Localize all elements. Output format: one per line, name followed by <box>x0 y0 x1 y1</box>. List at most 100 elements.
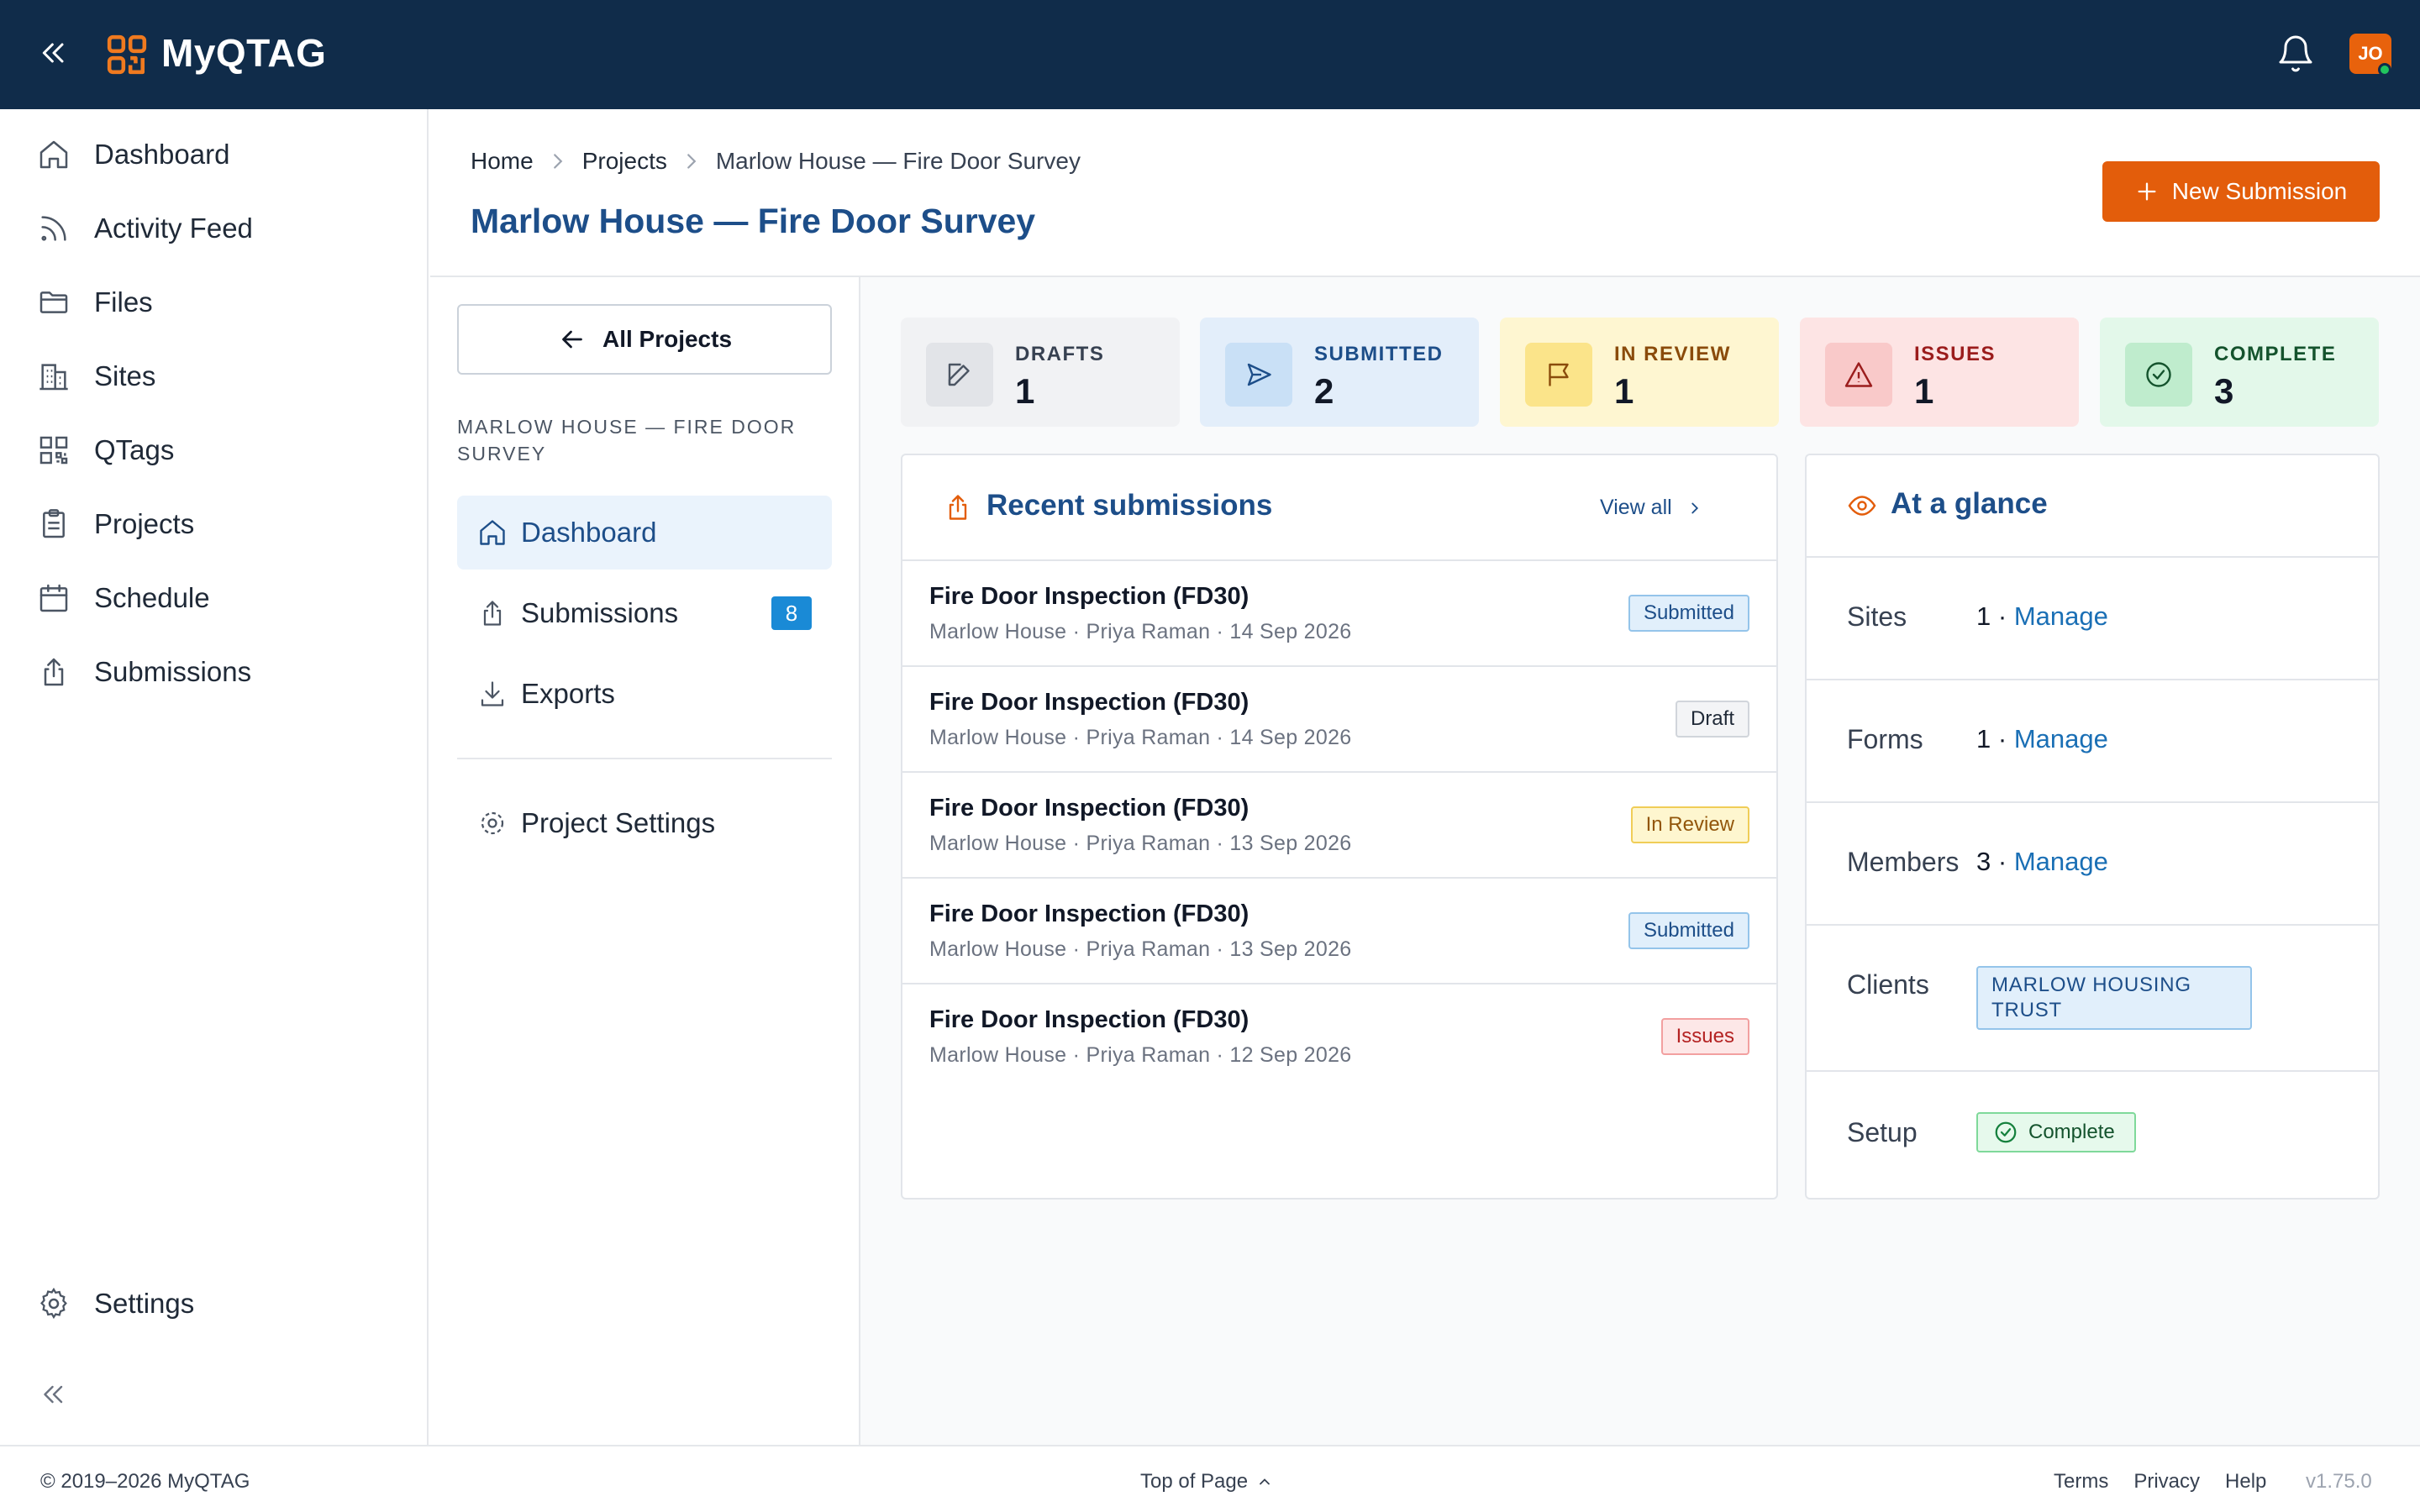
sidebar-item-dashboard[interactable]: Dashboard <box>0 121 427 188</box>
collapse-sidebar-icon[interactable] <box>37 36 71 70</box>
glance-count: 3 · <box>1976 847 2007 876</box>
glance-row-sites: Sites 1 · Manage <box>1807 556 2378 679</box>
sidebar-item-settings[interactable]: Settings <box>0 1270 427 1337</box>
setup-status-label: Complete <box>2028 1121 2115 1143</box>
breadcrumb-projects[interactable]: Projects <box>582 148 667 175</box>
glance-label: Sites <box>1847 601 1907 632</box>
stat-value: 1 <box>1015 371 1035 411</box>
manage-members-link[interactable]: Manage <box>2014 847 2108 876</box>
download-icon <box>477 679 508 709</box>
glance-count: 1 · <box>1976 601 2007 631</box>
sidebar-item-files[interactable]: Files <box>0 269 427 336</box>
submission-row[interactable]: Fire Door Inspection (FD30) Marlow House… <box>902 877 1776 983</box>
rss-icon <box>37 212 71 245</box>
view-all-link[interactable]: View all <box>1600 496 1704 520</box>
subnav-item-label: Project Settings <box>521 807 716 838</box>
clipboard-icon <box>37 507 71 541</box>
building-icon <box>37 360 71 393</box>
logo-icon[interactable] <box>106 34 148 76</box>
project-name-heading: MARLOW HOUSE — FIRE DOOR SURVEY <box>457 416 797 465</box>
glance-value: 1 · Manage <box>1976 724 2108 754</box>
main-sidebar: Dashboard Activity Feed Files Sites QTag… <box>0 109 429 1445</box>
recent-submissions-title: Recent submissions <box>986 489 1273 522</box>
stat-label: ISSUES <box>1914 343 1996 365</box>
submission-meta: Marlow House · Priya Raman · 13 Sep 2026 <box>929 937 1352 961</box>
gear-icon <box>477 808 508 838</box>
terms-link[interactable]: Terms <box>2054 1470 2108 1494</box>
submission-meta: Marlow House · Priya Raman · 13 Sep 2026 <box>929 832 1352 855</box>
sidebar-item-label: Settings <box>94 1288 195 1319</box>
submission-title: Fire Door Inspection (FD30) <box>929 900 1249 927</box>
sidebar-item-label: Submissions <box>94 656 252 687</box>
sidebar-item-label: Activity Feed <box>94 213 253 244</box>
stat-drafts[interactable]: DRAFTS 1 <box>901 318 1180 427</box>
submission-row[interactable]: Fire Door Inspection (FD30) Marlow House… <box>902 559 1776 665</box>
home-icon <box>477 517 508 548</box>
breadcrumb: Home Projects Marlow House — Fire Door S… <box>471 148 1081 175</box>
notifications-bell-icon[interactable] <box>2275 32 2316 76</box>
sidebar-item-qtags[interactable]: QTags <box>0 417 427 484</box>
stat-in-review[interactable]: IN REVIEW 1 <box>1500 318 1779 427</box>
submission-row[interactable]: Fire Door Inspection (FD30) Marlow House… <box>902 983 1776 1089</box>
sidebar-item-projects[interactable]: Projects <box>0 491 427 558</box>
stat-value: 1 <box>1914 371 1934 411</box>
subnav-item-label: Dashboard <box>521 517 657 548</box>
sidebar-item-submissions[interactable]: Submissions <box>0 638 427 706</box>
stat-issues[interactable]: ISSUES 1 <box>1800 318 2079 427</box>
glance-row-clients: Clients MARLOW HOUSING TRUST <box>1807 924 2378 1070</box>
subnav-item-label: Exports <box>521 678 615 709</box>
submission-row[interactable]: Fire Door Inspection (FD30) Marlow House… <box>902 771 1776 877</box>
stat-label: DRAFTS <box>1015 343 1105 365</box>
stat-complete[interactable]: COMPLETE 3 <box>2100 318 2379 427</box>
stat-value: 3 <box>2214 371 2234 411</box>
top-bar: MyQTAG JO <box>0 0 2420 109</box>
footer: © 2019–2026 MyQTAG Top of Page Terms Pri… <box>0 1445 2420 1512</box>
sidebar-item-label: Schedule <box>94 582 210 613</box>
footer-links: Terms Privacy Help <box>2054 1470 2266 1494</box>
status-badge: Issues <box>1660 1018 1749 1055</box>
top-of-page-link[interactable]: Top of Page <box>1140 1470 1273 1494</box>
subnav-item-dashboard[interactable]: Dashboard <box>457 496 832 570</box>
warning-icon <box>1825 343 1892 407</box>
help-link[interactable]: Help <box>2225 1470 2266 1494</box>
copyright: © 2019–2026 MyQTAG <box>40 1470 250 1493</box>
glance-label: Setup <box>1847 1117 1918 1147</box>
subnav-item-submissions[interactable]: Submissions 8 <box>457 576 832 650</box>
privacy-link[interactable]: Privacy <box>2133 1470 2200 1494</box>
share-icon <box>943 492 973 522</box>
glance-row-forms: Forms 1 · Manage <box>1807 679 2378 801</box>
main-content: DRAFTS 1 SUBMITTED 2 IN REVIEW 1 ISSUES … <box>860 277 2420 1445</box>
manage-sites-link[interactable]: Manage <box>2014 601 2108 631</box>
calendar-icon <box>37 581 71 615</box>
home-icon <box>37 138 71 171</box>
subnav-item-exports[interactable]: Exports <box>457 657 832 731</box>
subnav-item-label: Submissions <box>521 597 679 628</box>
all-projects-button[interactable]: All Projects <box>457 304 832 375</box>
client-tag[interactable]: MARLOW HOUSING TRUST <box>1976 966 2252 1030</box>
sidebar-item-schedule[interactable]: Schedule <box>0 564 427 632</box>
setup-complete-badge: Complete <box>1976 1112 2136 1152</box>
sidebar-item-label: Dashboard <box>94 139 230 170</box>
stat-submitted[interactable]: SUBMITTED 2 <box>1200 318 1479 427</box>
flag-icon <box>1525 343 1592 407</box>
glance-label: Forms <box>1847 724 1923 754</box>
view-all-label: View all <box>1600 496 1672 519</box>
chevron-right-icon <box>687 154 697 169</box>
submission-row[interactable]: Fire Door Inspection (FD30) Marlow House… <box>902 665 1776 771</box>
submission-title: Fire Door Inspection (FD30) <box>929 1006 1249 1033</box>
manage-forms-link[interactable]: Manage <box>2014 724 2108 753</box>
sidebar-item-sites[interactable]: Sites <box>0 343 427 410</box>
status-badge: Draft <box>1675 701 1749 738</box>
online-status-dot <box>2378 63 2391 76</box>
check-circle-icon <box>1995 1121 2017 1143</box>
breadcrumb-home[interactable]: Home <box>471 148 534 175</box>
page-title: Marlow House — Fire Door Survey <box>471 202 1036 240</box>
new-submission-label: New Submission <box>2171 178 2348 204</box>
subnav-item-project-settings[interactable]: Project Settings <box>457 786 832 860</box>
collapse-sidebar-bottom-icon[interactable] <box>39 1379 69 1410</box>
app-version: v1.75.0 <box>2306 1470 2372 1493</box>
sidebar-item-activity-feed[interactable]: Activity Feed <box>0 195 427 262</box>
status-badge: Submitted <box>1628 595 1749 632</box>
new-submission-button[interactable]: New Submission <box>2102 161 2380 222</box>
app-name[interactable]: MyQTAG <box>161 30 326 76</box>
